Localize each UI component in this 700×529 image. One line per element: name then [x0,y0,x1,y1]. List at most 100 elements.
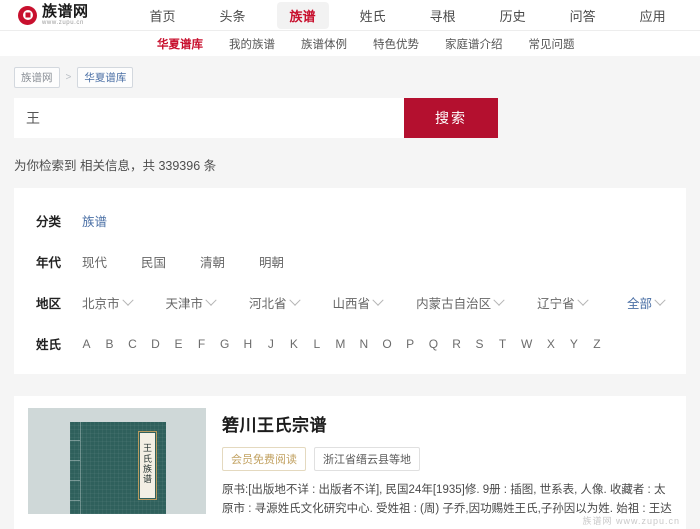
search-result-item[interactable]: 王 氏 族 谱 箬川王氏宗谱 会员免费阅读 浙江省缙云县等地 原书:[出版地不详… [14,396,686,529]
filter-option-republic[interactable]: 民国 [141,252,166,271]
search-bar: 搜索 [14,98,498,138]
logo-site-url: www.zupu.cn [42,20,84,26]
breadcrumb-separator-icon: > [65,72,72,83]
filter-option-shanxi-label: 山西省 [332,297,371,311]
surname-letter-o[interactable]: O [382,337,391,351]
breadcrumb: 族谱网 > 华夏谱库 [14,56,686,97]
logo-text-block: 族谱网 www.zupu.cn [42,4,89,26]
subnav-item-huaxia-library[interactable]: 华夏谱库 [157,36,203,52]
filter-option-liaoning-label: 辽宁省 [537,297,575,311]
surname-letter-q[interactable]: Q [429,337,438,351]
surname-letter-k[interactable]: K [289,337,298,351]
top-navigation-bar: 族谱网 www.zupu.cn 首页 头条 族谱 姓氏 寻根 历史 问答 应用 [0,0,700,30]
nav-item-qa[interactable]: 问答 [557,2,609,29]
result-count-text: 为你检索到 相关信息，共 339396 条 [14,159,217,173]
book-spine-line [80,422,81,514]
filter-option-inner-mongolia-label: 内蒙古自治区 [416,297,492,311]
filter-option-ming[interactable]: 明朝 [259,252,284,271]
subnav-item-genealogy-format[interactable]: 族谱体例 [301,36,347,52]
surname-letter-f[interactable]: F [197,337,206,351]
filter-row-category: 分类 族谱 [14,200,686,241]
filter-option-tianjin[interactable]: 天津市 [165,293,217,312]
surname-letter-g[interactable]: G [220,337,229,351]
filter-option-shanxi[interactable]: 山西省 [332,293,384,312]
surname-letter-m[interactable]: M [335,337,345,351]
filter-option-hebei[interactable]: 河北省 [249,293,301,312]
surname-letter-y[interactable]: Y [569,337,578,351]
filter-label-category: 分类 [36,215,62,229]
surname-letter-b[interactable]: B [105,337,114,351]
filter-option-tianjin-label: 天津市 [165,297,204,311]
result-details: 箬川王氏宗谱 会员免费阅读 浙江省缙云县等地 原书:[出版地不详 : 出版者不详… [222,408,672,519]
site-watermark: 族谱网 www.zupu.cn [582,515,680,526]
filter-row-region: 地区 北京市 天津市 河北省 山西省 内蒙古自治区 辽宁省 全部 [14,282,686,323]
chevron-down-icon [372,294,384,306]
chevron-down-icon [654,294,666,306]
page-content: 族谱网 > 华夏谱库 搜索 为你检索到 相关信息，共 339396 条 分类 族… [0,56,700,529]
nav-item-surname[interactable]: 姓氏 [347,2,399,29]
filter-option-region-all[interactable]: 全部 [626,293,666,312]
subnav-item-my-genealogy[interactable]: 我的族谱 [229,36,275,52]
surname-letter-a[interactable]: A [82,337,91,351]
book-stitch-mark [70,480,80,481]
chevron-down-icon [576,294,589,306]
surname-letter-r[interactable]: R [452,337,461,351]
filter-option-beijing-label: 北京市 [82,297,120,311]
filter-option-beijing[interactable]: 北京市 [82,293,134,312]
surname-letter-w[interactable]: W [521,337,532,351]
surname-letter-h[interactable]: H [243,337,253,351]
surname-letter-d[interactable]: D [151,337,160,351]
book-stitch-mark [70,440,80,441]
chevron-down-icon [493,294,505,306]
surname-letter-e[interactable]: E [174,337,183,351]
filter-option-hebei-label: 河北省 [249,297,287,311]
nav-item-roots[interactable]: 寻根 [417,2,469,29]
chevron-down-icon [288,294,301,306]
breadcrumb-item-huaxia-library[interactable]: 华夏谱库 [77,67,134,88]
book-stitch-mark [70,500,80,501]
cover-label-char: 王 [142,444,152,455]
sub-navigation-bar: 华夏谱库 我的族谱 族谱体例 特色优势 家庭谱介绍 常见问题 [0,30,700,56]
surname-letter-z[interactable]: Z [592,337,601,351]
surname-letter-x[interactable]: X [546,337,555,351]
subnav-item-faq[interactable]: 常见问题 [529,36,575,52]
tag-region[interactable]: 浙江省缙云县等地 [314,447,420,471]
filter-options-surname-letters: A B C D E F G H J K L M N O P Q R S T W [82,337,664,351]
filter-row-surname: 姓氏 A B C D E F G H J K L M N O P Q R S T [14,323,686,364]
logo-site-name: 族谱网 [42,3,89,20]
subnav-item-family-intro[interactable]: 家庭谱介绍 [445,36,503,52]
surname-letter-l[interactable]: L [312,337,321,351]
result-title[interactable]: 箬川王氏宗谱 [222,411,672,436]
nav-item-history[interactable]: 历史 [487,2,539,29]
filter-option-modern[interactable]: 现代 [82,252,107,271]
filter-label-era: 年代 [36,256,62,270]
filter-option-genealogy[interactable]: 族谱 [82,211,107,230]
nav-item-home[interactable]: 首页 [137,2,189,29]
breadcrumb-item-home[interactable]: 族谱网 [14,67,60,88]
chevron-down-icon [121,294,134,306]
cover-label-char: 氏 [142,454,152,465]
filter-option-qing[interactable]: 清朝 [200,252,225,271]
surname-letter-p[interactable]: P [406,337,415,351]
filter-option-inner-mongolia[interactable]: 内蒙古自治区 [416,293,505,312]
site-logo[interactable]: 族谱网 www.zupu.cn [18,4,89,26]
nav-item-genealogy[interactable]: 族谱 [276,1,329,29]
search-input[interactable] [14,98,404,138]
filter-options-region: 北京市 天津市 河北省 山西省 内蒙古自治区 辽宁省 全部 [82,293,666,312]
search-button[interactable]: 搜索 [404,98,498,138]
surname-letter-s[interactable]: S [475,337,484,351]
surname-letter-j[interactable]: J [266,337,275,351]
book-cover-thumbnail[interactable]: 王 氏 族 谱 [28,408,206,514]
book-cover-title-label: 王 氏 族 谱 [138,431,157,500]
surname-letter-c[interactable]: C [128,337,137,351]
surname-letter-n[interactable]: N [359,337,369,351]
surname-letter-t[interactable]: T [498,337,507,351]
book-stitch-mark [70,460,80,461]
nav-item-headlines[interactable]: 头条 [207,2,259,29]
filter-option-liaoning[interactable]: 辽宁省 [537,293,589,312]
subnav-item-features[interactable]: 特色优势 [373,36,419,52]
nav-item-apps[interactable]: 应用 [627,2,679,29]
tag-member-free-read[interactable]: 会员免费阅读 [222,447,306,471]
filter-label-region: 地区 [36,297,62,311]
filter-option-region-all-label: 全部 [626,297,652,311]
